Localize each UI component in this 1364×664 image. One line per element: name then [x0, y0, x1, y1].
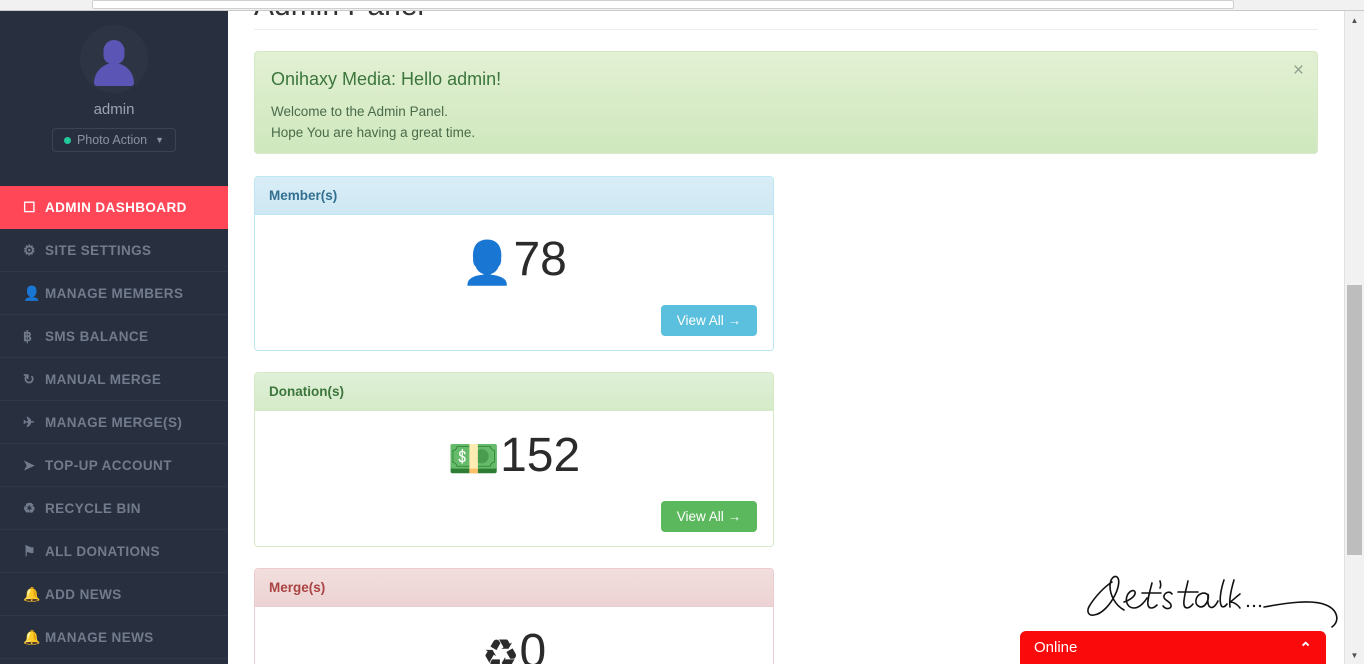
- stat-panel-member-s: Member(s) 👤78 View All →: [254, 176, 774, 351]
- browser-chrome: [0, 0, 1364, 11]
- panel-body: ♻0View All →: [255, 607, 773, 664]
- banknote-icon: 💵: [448, 435, 500, 482]
- refresh-icon: ↻: [23, 372, 45, 386]
- panel-stat-value: 0: [519, 625, 546, 664]
- status-dot-icon: [64, 137, 71, 144]
- sidebar-item-recycle-bin[interactable]: ♻RECYCLE BIN: [0, 487, 228, 530]
- person-silhouette-icon: 👤: [461, 239, 513, 286]
- chevron-down-icon: ▼: [155, 135, 164, 145]
- avatar[interactable]: [80, 25, 148, 93]
- sidebar-item-site-settings[interactable]: ⚙SITE SETTINGS: [0, 229, 228, 272]
- sidebar-nav: ☐ADMIN DASHBOARD⚙SITE SETTINGS👤MANAGE ME…: [0, 186, 228, 659]
- paper-plane-icon: ➤: [23, 458, 45, 472]
- gear-icon: ⚙: [23, 243, 45, 257]
- title-divider: [254, 29, 1318, 30]
- sidebar-item-add-news[interactable]: 🔔ADD NEWS: [0, 573, 228, 616]
- sidebar-item-label: RECYCLE BIN: [45, 501, 141, 516]
- sidebar-item-label: SMS BALANCE: [45, 329, 148, 344]
- panel-stat-value: 152: [500, 429, 580, 482]
- alert-line-2: Hope You are having a great time.: [271, 122, 1297, 143]
- chevron-up-icon: ⌃: [1299, 639, 1312, 657]
- page-viewport: admin Photo Action ▼ ☐ADMIN DASHBOARD⚙SI…: [0, 11, 1364, 664]
- sidebar-item-manage-merge-s[interactable]: ✈MANAGE MERGE(S): [0, 401, 228, 444]
- bookmark-icon: ☐: [23, 200, 45, 214]
- panel-title: Member(s): [255, 177, 773, 215]
- panel-body: 👤78 View All →: [255, 215, 773, 350]
- sidebar-item-all-donations[interactable]: ⚑ALL DONATIONS: [0, 530, 228, 573]
- stat-panel-merge-s: Merge(s)♻0View All →: [254, 568, 774, 664]
- welcome-alert: × Onihaxy Media: Hello admin! Welcome to…: [254, 51, 1318, 154]
- panel-title: Donation(s): [255, 373, 773, 411]
- sidebar-item-manage-news[interactable]: 🔔MANAGE NEWS: [0, 616, 228, 659]
- page-title: Admin Panel: [254, 11, 1318, 23]
- avatar-head-shape: [104, 40, 125, 64]
- sidebar-item-label: TOP-UP ACCOUNT: [45, 458, 172, 473]
- chat-widget: Online ⌃: [1020, 569, 1344, 664]
- lets-talk-script-icon: [1020, 569, 1344, 631]
- photo-action-button[interactable]: Photo Action ▼: [52, 128, 176, 152]
- panel-stat: ♻0: [271, 621, 757, 664]
- bell-icon: 🔔: [23, 587, 45, 601]
- browser-address-bar[interactable]: [92, 0, 1234, 9]
- recycle-icon: ♻: [482, 631, 520, 664]
- panel-body: 💵152 View All →: [255, 411, 773, 546]
- panel-stat: 👤78: [271, 229, 757, 294]
- sidebar-item-label: ADMIN DASHBOARD: [45, 200, 187, 215]
- panel-title: Merge(s): [255, 569, 773, 607]
- sidebar-item-admin-dashboard[interactable]: ☐ADMIN DASHBOARD: [0, 186, 228, 229]
- scrollbar-thumb[interactable]: [1347, 285, 1362, 555]
- alert-line-1: Welcome to the Admin Panel.: [271, 101, 1297, 122]
- bell-icon: 🔔: [23, 630, 45, 644]
- user-icon: 👤: [23, 286, 45, 300]
- sidebar-item-manage-members[interactable]: 👤MANAGE MEMBERS: [0, 272, 228, 315]
- panel-stat-value: 78: [513, 233, 566, 286]
- scroll-down-arrow-icon[interactable]: ▼: [1345, 646, 1364, 664]
- scroll-up-arrow-icon[interactable]: ▲: [1345, 11, 1364, 29]
- sidebar-item-top-up-account[interactable]: ➤TOP-UP ACCOUNT: [0, 444, 228, 487]
- main-content: Admin Panel × Onihaxy Media: Hello admin…: [228, 11, 1344, 664]
- panel-stat: 💵152: [271, 425, 757, 490]
- bitcoin-icon: ฿: [23, 329, 45, 343]
- sidebar-item-label: MANAGE NEWS: [45, 630, 154, 645]
- sidebar-item-manual-merge[interactable]: ↻MANUAL MERGE: [0, 358, 228, 401]
- close-icon[interactable]: ×: [1293, 60, 1304, 82]
- alert-heading: Onihaxy Media: Hello admin!: [271, 69, 1297, 90]
- photo-action-label: Photo Action: [77, 133, 147, 147]
- sidebar-item-label: MANUAL MERGE: [45, 372, 161, 387]
- sidebar-profile: admin Photo Action ▼: [0, 11, 228, 164]
- twitter-bird-icon: ✈: [23, 415, 45, 429]
- vertical-scrollbar[interactable]: ▲ ▼: [1344, 11, 1364, 664]
- chat-status-label: Online: [1034, 639, 1077, 656]
- sidebar-username: admin: [0, 101, 228, 119]
- sidebar-item-label: SITE SETTINGS: [45, 243, 151, 258]
- sidebar-item-label: ALL DONATIONS: [45, 544, 160, 559]
- view-all-button[interactable]: View All →: [661, 501, 757, 532]
- chat-status-bar[interactable]: Online ⌃: [1020, 631, 1326, 664]
- sidebar: admin Photo Action ▼ ☐ADMIN DASHBOARD⚙SI…: [0, 11, 228, 664]
- stat-panel-donation-s: Donation(s) 💵152 View All →: [254, 372, 774, 547]
- view-all-button[interactable]: View All →: [661, 305, 757, 336]
- recycle-icon: ♻: [23, 501, 45, 515]
- sidebar-item-label: MANAGE MEMBERS: [45, 286, 183, 301]
- sidebar-item-label: MANAGE MERGE(S): [45, 415, 182, 430]
- sidebar-item-sms-balance[interactable]: ฿SMS BALANCE: [0, 315, 228, 358]
- sidebar-item-label: ADD NEWS: [45, 587, 122, 602]
- flag-icon: ⚑: [23, 544, 45, 558]
- avatar-body-shape: [94, 63, 134, 86]
